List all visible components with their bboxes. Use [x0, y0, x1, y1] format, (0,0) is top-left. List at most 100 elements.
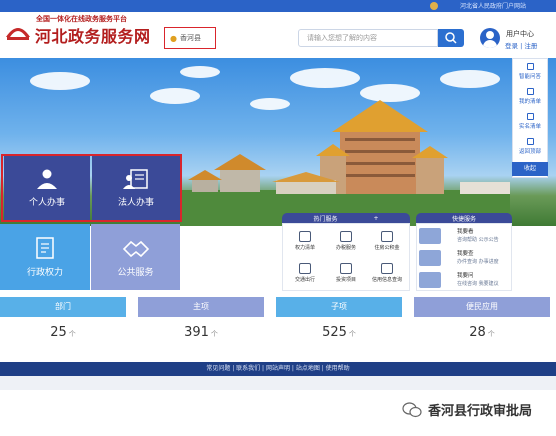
quick-row-title: 我要看 [457, 229, 474, 235]
watermark-text: 香河县行政审批局 [428, 404, 533, 419]
hot-services-header[interactable]: 热门服务 + [282, 213, 410, 223]
hot-item-credit[interactable]: 信用信息查询 [369, 260, 405, 286]
person-search-icon [419, 250, 441, 266]
stat-sub-items[interactable]: 子项 525 个 [276, 297, 402, 355]
stat-main-items[interactable]: 主项 391 个 [138, 297, 264, 355]
logo-title[interactable]: 河北政务服务网 [35, 23, 151, 47]
user-avatar-icon[interactable] [480, 28, 500, 48]
quick-row-ask[interactable]: 我要问 在线咨询 我要建议 [417, 270, 513, 290]
public-services-label: 公共服务 [117, 267, 154, 278]
hot-item-traffic[interactable]: 交通出行 [287, 260, 323, 286]
quick-services-list: 我要看 咨询帮助 公示公告 我要查 办件查询 办事进度 我要问 在线咨询 我要建… [416, 223, 512, 291]
hot-services-title: 热门服务 [313, 215, 338, 223]
admin-power-label: 行政权力 [26, 267, 63, 278]
sidebar-item-label: 我的清单 [518, 98, 541, 105]
hot-item-investment[interactable]: 投资项目 [328, 260, 364, 286]
id-card-icon [526, 112, 534, 120]
house-icon [381, 231, 393, 242]
register-link[interactable]: 注册 [524, 42, 537, 50]
company-icon [123, 168, 148, 189]
tax-icon [340, 231, 352, 242]
credit-icon [381, 263, 393, 274]
chat-icon [526, 62, 534, 70]
wechat-watermark: 香河县行政审批局 [402, 400, 532, 419]
stat-value: 25 [50, 325, 67, 340]
stat-value: 28 [469, 325, 486, 340]
list-icon [526, 87, 534, 95]
legal-services-tile[interactable]: 法人办事 [92, 156, 180, 220]
auth-links: 登录 | 注册 [505, 40, 537, 50]
footer-links[interactable]: 常见问题 | 联系我们 | 网站声明 | 站点地图 | 使用帮助 [0, 362, 556, 376]
sidebar-item-back-top[interactable]: 返回顶部 [513, 134, 547, 158]
search-input[interactable]: 请输入您想了解的内容 [298, 29, 438, 47]
hot-services-grid: 权力清单 办税服务 住房公积金 交通出行 投资项目 信用信息查询 [282, 223, 410, 291]
location-label: 香河县 [179, 34, 201, 42]
stat-departments[interactable]: 部门 25 个 [0, 297, 126, 355]
arrow-up-icon [526, 137, 534, 145]
stat-label: 部门 [0, 297, 126, 317]
hero-banner: 个人办事 法人办事 [0, 58, 556, 226]
user-center-label[interactable]: 用户中心 [506, 29, 534, 39]
portal-page: 河北省人民政府门户网站 全国一体化在线政务服务平台 河北政务服务网 ● 香河县 … [0, 0, 556, 436]
hot-item-label: 交通出行 [294, 277, 315, 283]
public-services-tile[interactable]: 公共服务 [91, 224, 180, 290]
hot-item-label: 信用信息查询 [371, 277, 402, 283]
wechat-icon [402, 401, 422, 417]
monitor-icon [419, 228, 441, 244]
stat-value: 391 [184, 325, 209, 340]
personal-services-label: 个人办事 [28, 197, 65, 208]
location-pin-icon: ● [170, 33, 177, 43]
clipboard-icon [299, 231, 311, 242]
sidebar-item-realname[interactable]: 实名清单 [513, 109, 547, 133]
stat-apps[interactable]: 便民应用 28 个 [414, 297, 550, 355]
stat-label: 主项 [138, 297, 264, 317]
sidebar-collapse-button[interactable]: 收起 [512, 162, 548, 176]
document-icon [36, 236, 54, 259]
sidebar-item-label: 返回顶部 [518, 148, 541, 155]
palace-illustration [180, 100, 510, 226]
stat-value: 525 [322, 325, 347, 340]
side-toolbar: 智能问答 我的清单 实名清单 返回顶部 [512, 58, 548, 178]
login-link[interactable]: 登录 [505, 42, 518, 50]
gov-portal-link[interactable]: 河北省人民政府门户网站 [460, 1, 526, 10]
hot-item-label: 投资项目 [335, 277, 356, 283]
legal-services-label: 法人办事 [117, 197, 154, 208]
logo-emblem-icon [6, 28, 30, 40]
quick-row-view[interactable]: 我要看 咨询帮助 公示公告 [417, 226, 513, 246]
hot-item-housing-fund[interactable]: 住房公积金 [369, 228, 405, 254]
quick-row-sub: 在线咨询 我要建议 [457, 281, 499, 287]
stat-label: 子项 [276, 297, 402, 317]
top-strip: 河北省人民政府门户网站 [0, 0, 556, 12]
search-icon [445, 32, 457, 44]
sidebar-item-my-list[interactable]: 我的清单 [513, 84, 547, 108]
auth-separator: | [520, 42, 523, 50]
hot-item-power-list[interactable]: 权力清单 [287, 228, 323, 254]
sidebar-item-label: 智能问答 [518, 73, 541, 80]
car-icon [299, 263, 311, 274]
hot-item-label: 住房公积金 [374, 245, 400, 251]
hot-services-more[interactable]: + [373, 215, 378, 222]
quick-row-sub: 咨询帮助 公示公告 [457, 237, 499, 243]
stat-unit: 个 [210, 330, 218, 338]
quick-services-title: 快捷服务 [451, 215, 476, 223]
stat-unit: 个 [68, 330, 76, 338]
location-selector[interactable]: ● 香河县 [164, 27, 216, 49]
personal-services-tile[interactable]: 个人办事 [4, 156, 90, 220]
person-icon [37, 169, 57, 189]
stat-unit: 个 [487, 330, 495, 338]
admin-power-tile[interactable]: 行政权力 [0, 224, 90, 290]
hot-item-label: 权力清单 [294, 245, 315, 251]
hot-item-tax[interactable]: 办税服务 [328, 228, 364, 254]
search-button[interactable] [438, 29, 464, 47]
question-icon [419, 272, 441, 288]
stat-label: 便民应用 [414, 297, 550, 317]
stat-unit: 个 [348, 330, 356, 338]
sidebar-item-qa[interactable]: 智能问答 [513, 59, 547, 83]
quick-row-query[interactable]: 我要查 办件查询 办事进度 [417, 248, 513, 268]
quick-services-header[interactable]: 快捷服务 [416, 213, 512, 223]
quick-row-title: 我要问 [457, 273, 474, 279]
quick-row-title: 我要查 [457, 251, 474, 257]
handshake-icon [122, 240, 149, 257]
emblem-icon [430, 2, 438, 10]
hot-item-label: 办税服务 [335, 245, 356, 251]
